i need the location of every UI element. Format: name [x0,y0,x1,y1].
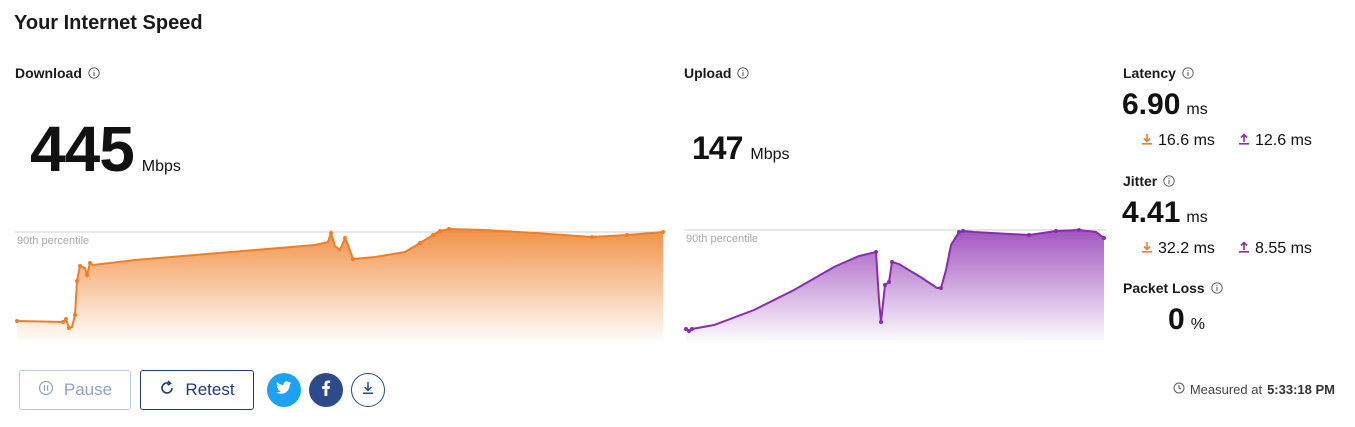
upload-percentile-label: 90th percentile [686,233,759,245]
latency-download: 16.6 ms [1141,132,1215,150]
jitter-value: 4.41 ms [1122,196,1208,230]
twitter-icon [276,380,292,400]
latency-upload: 12.6 ms [1238,132,1312,150]
jitter-upload-value: 8.55 ms [1255,240,1312,257]
latency-label-row: Latency [1123,65,1194,81]
download-arrow-icon [1141,132,1153,150]
download-speed-unit: Mbps [141,158,181,175]
latency-label: Latency [1123,65,1176,81]
upload-speed: 147 Mbps [692,130,790,167]
twitter-share-button[interactable] [267,373,301,407]
download-percentile-label: 90th percentile [17,235,90,247]
latency-upload-value: 12.6 ms [1255,132,1312,149]
upload-area [686,230,1104,340]
upload-label-row: Upload [684,65,750,81]
retest-button[interactable]: Retest [140,370,254,410]
packet-loss-value: 0 % [1168,303,1205,337]
download-arrow-icon [1141,240,1153,258]
refresh-icon [159,379,175,401]
download-chart [15,215,665,340]
packet-loss-value-unit: % [1190,316,1205,333]
upload-arrow-icon [1238,132,1250,150]
jitter-upload: 8.55 ms [1238,240,1312,258]
download-info-icon[interactable] [88,67,100,79]
upload-speed-unit: Mbps [750,146,790,163]
download-area [17,229,663,340]
download-results-button[interactable] [351,373,385,407]
download-label-row: Download [15,65,100,81]
download-icon [360,380,376,401]
download-speed: 445 Mbps [30,112,181,186]
latency-value: 6.90 ms [1122,88,1208,122]
jitter-value-unit: ms [1186,209,1208,226]
page-title: Your Internet Speed [14,12,203,34]
facebook-share-button[interactable] [309,373,343,407]
upload-info-icon[interactable] [737,67,750,79]
packet-loss-info-icon[interactable] [1211,282,1223,294]
latency-download-value: 16.6 ms [1158,132,1215,149]
latency-value-unit: ms [1186,101,1208,118]
jitter-label-row: Jitter [1123,173,1175,189]
jitter-info-icon[interactable] [1163,175,1175,187]
download-label: Download [15,65,82,81]
upload-label: Upload [684,65,732,81]
jitter-value-number: 4.41 [1122,196,1181,229]
pause-button[interactable]: Pause [19,370,131,410]
download-speed-value: 445 [30,113,135,185]
measured-at: Measured at 5:33:18 PM [1173,382,1335,397]
facebook-icon [321,379,331,401]
upload-arrow-icon [1238,240,1250,258]
measured-at-prefix: Measured at [1189,382,1263,397]
pause-icon [38,380,54,401]
packet-loss-value-number: 0 [1168,303,1185,336]
jitter-download: 32.2 ms [1141,240,1215,258]
upload-speed-value: 147 [692,130,743,166]
latency-info-icon[interactable] [1182,67,1194,79]
pause-button-label: Pause [63,380,113,399]
jitter-download-value: 32.2 ms [1158,240,1215,257]
latency-value-number: 6.90 [1122,88,1181,121]
measured-at-time: 5:33:18 PM [1267,382,1335,397]
jitter-label: Jitter [1123,173,1158,189]
retest-button-label: Retest [185,380,235,399]
packet-loss-label-row: Packet Loss [1123,280,1223,296]
clock-icon [1173,382,1185,397]
packet-loss-label: Packet Loss [1123,280,1205,296]
